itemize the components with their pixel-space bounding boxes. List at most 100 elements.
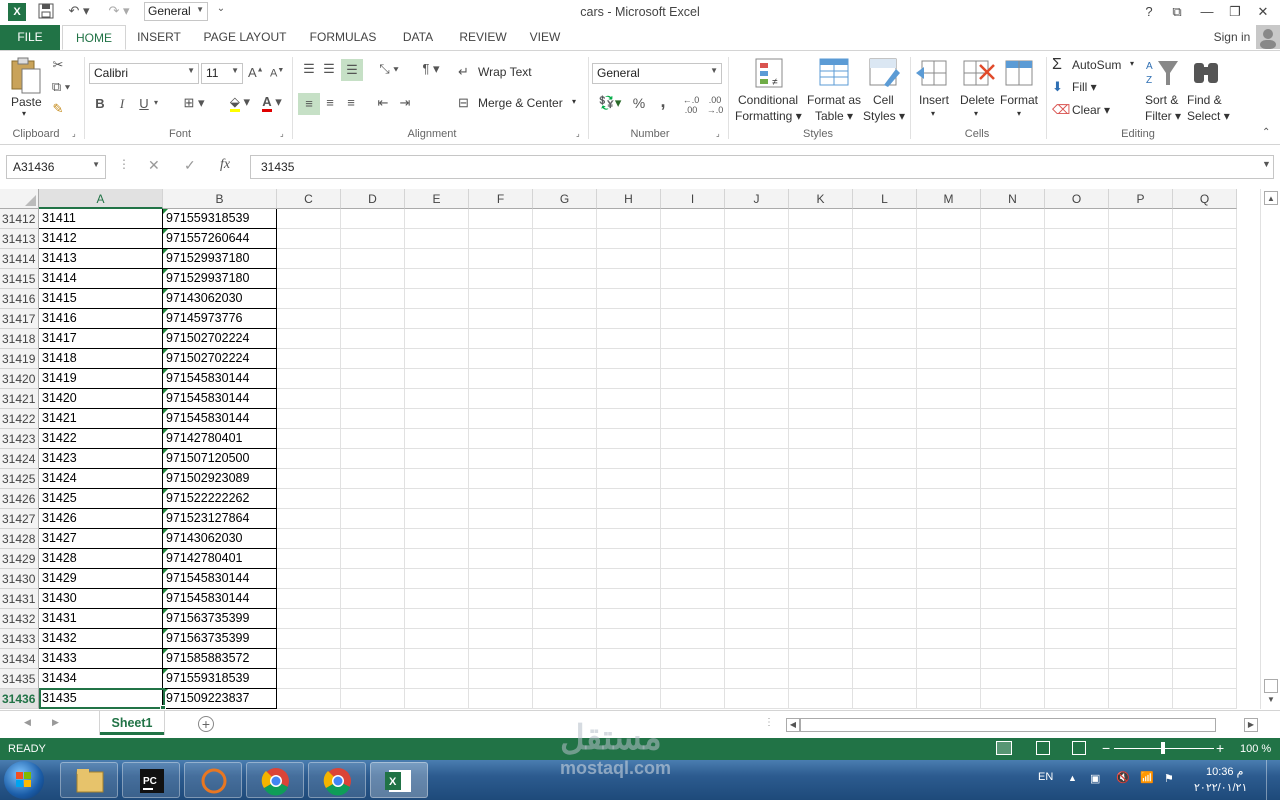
empty-cell[interactable] — [533, 469, 597, 489]
empty-cell[interactable] — [789, 529, 853, 549]
empty-cell[interactable] — [1173, 389, 1237, 409]
empty-cell[interactable] — [469, 609, 533, 629]
empty-cell[interactable] — [725, 289, 789, 309]
empty-cell[interactable] — [277, 589, 341, 609]
cell-a[interactable]: 31420 — [39, 389, 163, 409]
cell-a[interactable]: 31428 — [39, 549, 163, 569]
cell-b[interactable]: 97143062030 — [163, 529, 277, 549]
empty-cell[interactable] — [981, 309, 1045, 329]
empty-cell[interactable] — [853, 229, 917, 249]
empty-cell[interactable] — [1173, 529, 1237, 549]
cell-a[interactable]: 31434 — [39, 669, 163, 689]
empty-cell[interactable] — [405, 609, 469, 629]
column-header-l[interactable]: L — [853, 189, 917, 209]
empty-cell[interactable] — [341, 249, 405, 269]
confirm-entry-icon[interactable]: ✓ — [184, 157, 196, 174]
empty-cell[interactable] — [661, 649, 725, 669]
cell-b[interactable]: 971559318539 — [163, 669, 277, 689]
empty-cell[interactable] — [1045, 249, 1109, 269]
empty-cell[interactable] — [469, 349, 533, 369]
row-header[interactable]: 31436 — [0, 689, 39, 709]
empty-cell[interactable] — [1173, 669, 1237, 689]
empty-cell[interactable] — [981, 389, 1045, 409]
empty-cell[interactable] — [917, 229, 981, 249]
empty-cell[interactable] — [405, 569, 469, 589]
fill-handle[interactable] — [160, 705, 166, 709]
empty-cell[interactable] — [917, 669, 981, 689]
cell-b[interactable]: 971545830144 — [163, 569, 277, 589]
clear-button[interactable]: ⌫ Clear ▾ — [1052, 102, 1122, 120]
empty-cell[interactable] — [725, 609, 789, 629]
empty-cell[interactable] — [725, 269, 789, 289]
empty-cell[interactable] — [1173, 429, 1237, 449]
empty-cell[interactable] — [277, 289, 341, 309]
empty-cell[interactable] — [469, 589, 533, 609]
empty-cell[interactable] — [597, 249, 661, 269]
hscroll-left-arrow[interactable]: ◀ — [786, 718, 800, 732]
empty-cell[interactable] — [469, 569, 533, 589]
empty-cell[interactable] — [1173, 409, 1237, 429]
empty-cell[interactable] — [597, 449, 661, 469]
empty-cell[interactable] — [1045, 669, 1109, 689]
column-header-c[interactable]: C — [277, 189, 341, 209]
column-header-k[interactable]: K — [789, 189, 853, 209]
empty-cell[interactable] — [853, 389, 917, 409]
empty-cell[interactable] — [277, 629, 341, 649]
cell-b[interactable]: 971509223837 — [163, 689, 277, 709]
copy-icon[interactable]: ⧉ ▾ — [48, 79, 74, 95]
empty-cell[interactable] — [789, 329, 853, 349]
cut-icon[interactable]: ✂ — [50, 57, 66, 73]
font-color-icon[interactable]: A ▾ — [256, 94, 288, 112]
empty-cell[interactable] — [405, 529, 469, 549]
row-header[interactable]: 31417 — [0, 309, 39, 329]
volume-icon[interactable]: 🔇 — [1116, 771, 1130, 784]
clock-date[interactable]: ٢٠٢٢/٠١/٢١ — [1194, 781, 1247, 794]
empty-cell[interactable] — [533, 309, 597, 329]
empty-cell[interactable] — [981, 269, 1045, 289]
empty-cell[interactable] — [789, 369, 853, 389]
empty-cell[interactable] — [405, 449, 469, 469]
empty-cell[interactable] — [981, 689, 1045, 709]
empty-cell[interactable] — [981, 469, 1045, 489]
tab-view[interactable]: VIEW — [522, 25, 568, 50]
empty-cell[interactable] — [725, 549, 789, 569]
select-all-corner[interactable] — [0, 189, 39, 209]
borders-icon[interactable]: ⊞ ▾ — [178, 95, 210, 111]
empty-cell[interactable] — [1109, 469, 1173, 489]
empty-cell[interactable] — [725, 409, 789, 429]
empty-cell[interactable] — [469, 409, 533, 429]
empty-cell[interactable] — [1045, 269, 1109, 289]
row-header[interactable]: 31421 — [0, 389, 39, 409]
underline-dropdown-icon[interactable]: ▾ — [154, 98, 158, 107]
increase-font-icon[interactable]: A▲ — [248, 65, 264, 80]
empty-cell[interactable] — [853, 529, 917, 549]
middle-align-icon[interactable]: ☰ — [320, 61, 338, 77]
empty-cell[interactable] — [405, 629, 469, 649]
empty-cell[interactable] — [1045, 629, 1109, 649]
empty-cell[interactable] — [853, 429, 917, 449]
zoom-in-button[interactable]: + — [1216, 740, 1224, 756]
empty-cell[interactable] — [1109, 649, 1173, 669]
row-header[interactable]: 31425 — [0, 469, 39, 489]
empty-cell[interactable] — [725, 249, 789, 269]
empty-cell[interactable] — [1045, 429, 1109, 449]
percent-button[interactable]: % — [632, 95, 646, 111]
empty-cell[interactable] — [405, 549, 469, 569]
empty-cell[interactable] — [1045, 369, 1109, 389]
empty-cell[interactable] — [917, 649, 981, 669]
empty-cell[interactable] — [981, 629, 1045, 649]
empty-cell[interactable] — [853, 509, 917, 529]
language-indicator[interactable]: EN — [1038, 771, 1053, 783]
empty-cell[interactable] — [341, 569, 405, 589]
empty-cell[interactable] — [981, 249, 1045, 269]
collapse-ribbon-icon[interactable]: ⌃ — [1262, 127, 1270, 138]
empty-cell[interactable] — [533, 529, 597, 549]
empty-cell[interactable] — [597, 689, 661, 709]
empty-cell[interactable] — [405, 349, 469, 369]
empty-cell[interactable] — [469, 469, 533, 489]
empty-cell[interactable] — [341, 669, 405, 689]
clipboard-launcher-icon[interactable]: ⌟ — [72, 129, 76, 138]
empty-cell[interactable] — [661, 329, 725, 349]
row-header[interactable]: 31426 — [0, 489, 39, 509]
empty-cell[interactable] — [597, 369, 661, 389]
